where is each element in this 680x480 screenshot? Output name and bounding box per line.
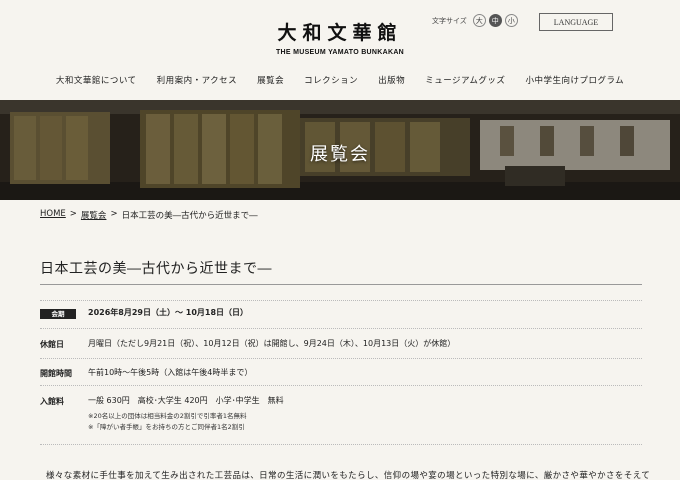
fee-note-group: ※20名以上の団体は相当料金の2割引で引率者1名無料 [88, 412, 247, 420]
closed-label: 休館日 [40, 340, 64, 349]
exhibition-info: 会期 2026年8月29日（土）～ 10月18日（日） 休館日 月曜日（ただし9… [40, 300, 642, 445]
breadcrumb-separator: > [110, 209, 118, 219]
font-size-switcher: 文字サイズ 大 中 小 [432, 14, 518, 27]
breadcrumb-exhibitions-link[interactable]: 展覧会 [81, 209, 107, 221]
language-button[interactable]: LANGUAGE [539, 13, 613, 31]
nav-item-about[interactable]: 大和文華館について [46, 74, 147, 86]
hours-value: 午前10時～午後5時（入館は午後4時半まで） [88, 368, 253, 377]
nav-item-collection[interactable]: コレクション [294, 74, 368, 86]
font-size-label: 文字サイズ [432, 16, 467, 25]
nav-item-publications[interactable]: 出版物 [368, 74, 415, 86]
nav-item-exhibitions[interactable]: 展覧会 [247, 74, 294, 86]
nav-item-goods[interactable]: ミュージアムグッズ [415, 74, 515, 86]
info-row-fee: 入館料 一般 630円 高校･大学生 420円 小学･中学生 無料 ※20名以上… [40, 385, 642, 445]
main-nav: 大和文華館について 利用案内・アクセス 展覧会 コレクション 出版物 ミュージア… [0, 74, 680, 86]
nav-item-student-program[interactable]: 小中学生向けプログラム [515, 74, 634, 86]
hero-banner: 展覧会 [0, 100, 680, 200]
page-title: 日本工芸の美―古代から近世まで― [40, 261, 272, 277]
period-value: 2026年8月29日（土）～ 10月18日（日） [88, 308, 249, 317]
title-divider [40, 284, 642, 285]
fee-label: 入館料 [40, 397, 64, 406]
site-header: 大和文華館 THE MUSEUM YAMATO BUNKAKAN 文字サイズ 大… [0, 0, 680, 100]
hero-title: 展覧会 [310, 144, 370, 165]
info-row-period: 会期 2026年8月29日（土）～ 10月18日（日） [40, 300, 642, 328]
font-size-medium-button[interactable]: 中 [488, 14, 502, 27]
breadcrumb-current: 日本工芸の美―古代から近世まで― [121, 211, 258, 221]
font-size-large-button[interactable]: 大 [472, 14, 486, 27]
hours-label: 開館時間 [40, 369, 72, 378]
exhibition-description: 様々な素材に手仕事を加えて生み出された工芸品は、日常の生活に潤いをもたらし、信仰… [46, 471, 651, 480]
breadcrumb-home-link[interactable]: HOME [40, 209, 66, 221]
info-row-hours: 開館時間 午前10時～午後5時（入館は午後4時半まで） [40, 358, 642, 385]
closed-value: 月曜日（ただし9月21日（祝）、10月12日（祝）は開館し、9月24日（木）、1… [88, 339, 456, 348]
info-row-closed: 休館日 月曜日（ただし9月21日（祝）、10月12日（祝）は開館し、9月24日（… [40, 328, 642, 358]
fee-note-disability: ※「障がい者手帳」をお持ちの方とご同伴者1名2割引 [88, 423, 245, 431]
breadcrumb-separator: > [69, 209, 77, 219]
fee-value: 一般 630円 高校･大学生 420円 小学･中学生 無料 [88, 396, 284, 405]
breadcrumb: HOME > 展覧会 > 日本工芸の美―古代から近世まで― [40, 209, 258, 221]
nav-item-access[interactable]: 利用案内・アクセス [147, 74, 248, 86]
font-size-small-button[interactable]: 小 [504, 14, 518, 27]
period-badge: 会期 [40, 309, 76, 319]
logo-english: THE MUSEUM YAMATO BUNKAKAN [275, 49, 405, 56]
